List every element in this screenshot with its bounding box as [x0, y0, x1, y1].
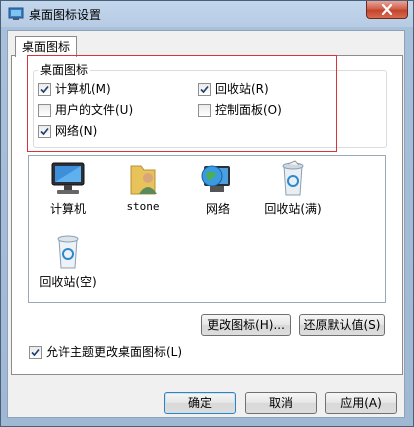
icon-item-user-folder[interactable]: stone — [108, 160, 178, 213]
tab-desktop-icons[interactable]: 桌面图标 — [15, 36, 78, 57]
window-title: 桌面图标设置 — [29, 8, 102, 22]
icon-label: 计算机 — [49, 202, 86, 216]
icon-item-recycle-bin-full[interactable]: 回收站(满) — [258, 160, 328, 217]
change-icon-button[interactable]: 更改图标(H)... — [201, 314, 291, 336]
recycle-bin-full-icon — [282, 160, 304, 196]
icon-label: 回收站(空) — [39, 275, 97, 289]
apply-button[interactable]: 应用(A) — [325, 392, 397, 414]
title-bar[interactable]: 桌面图标设置 — [1, 1, 413, 27]
close-icon — [381, 4, 393, 15]
icon-item-recycle-bin-empty[interactable]: 回收站(空) — [33, 233, 103, 290]
desktop-settings-icon — [8, 7, 24, 20]
icon-label: stone — [126, 200, 160, 213]
user-folder-icon — [130, 165, 157, 195]
computer-icon — [51, 162, 85, 194]
cancel-button[interactable]: 取消 — [245, 392, 317, 414]
icon-label: 网络 — [205, 202, 230, 216]
ok-button[interactable]: 确定 — [164, 392, 236, 414]
recycle-bin-empty-icon — [57, 235, 79, 269]
icon-item-network[interactable]: 网络 — [183, 160, 253, 217]
checkbox-allow-theme-change[interactable]: 允许主题更改桌面图标(L) — [29, 345, 182, 359]
highlight-annotation-box — [27, 55, 337, 152]
close-button[interactable] — [366, 1, 408, 19]
icon-label: 回收站(满) — [264, 202, 322, 216]
check-icon — [31, 348, 40, 356]
checkbox-label: 允许主题更改桌面图标(L) — [46, 345, 183, 359]
checkbox-box[interactable] — [29, 345, 42, 359]
icon-item-computer[interactable]: 计算机 — [33, 160, 103, 217]
network-globe-icon — [201, 165, 230, 192]
restore-default-button[interactable]: 还原默认值(S) — [299, 314, 385, 336]
